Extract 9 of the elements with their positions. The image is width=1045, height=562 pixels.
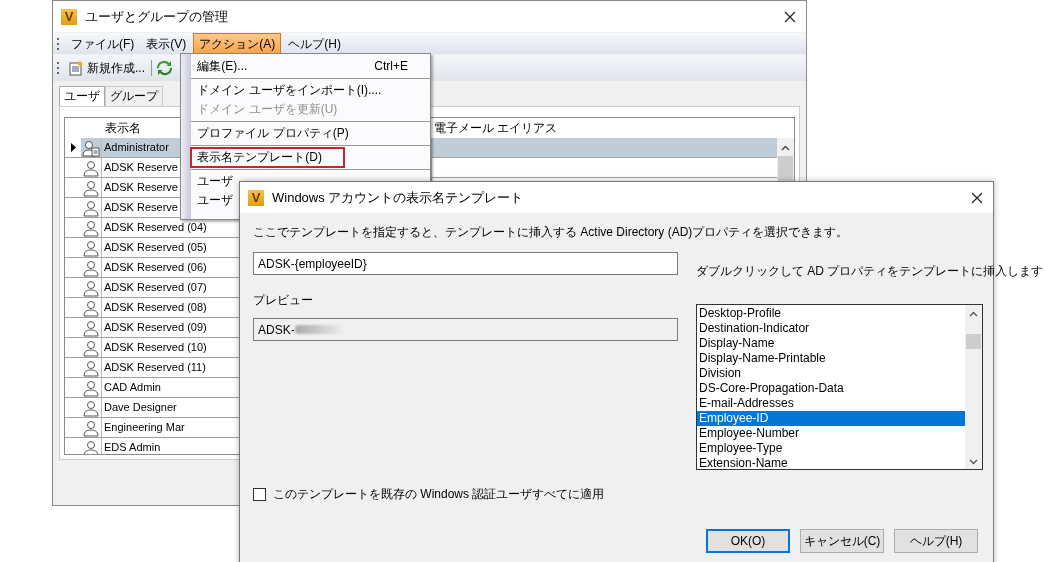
checkbox-label: このテンプレートを既存の Windows 認証ユーザすべてに適用 xyxy=(273,486,605,503)
description-text: ここでテンプレートを指定すると、テンプレートに挿入する Active Directory (AD)プロパティを選択できます。 xyxy=(253,225,850,240)
preview-field: ADSK- xyxy=(253,318,678,341)
preview-label: プレビュー xyxy=(253,293,314,308)
app-logo: V xyxy=(61,8,77,25)
app-logo: V xyxy=(248,189,264,206)
dialog-title: Windows アカウントの表示名テンプレート xyxy=(272,188,525,207)
list-hint: ダブルクリックして AD プロパティをテンプレートに挿入します xyxy=(696,264,1044,279)
window-title: ユーザとグループの管理 xyxy=(85,7,229,26)
